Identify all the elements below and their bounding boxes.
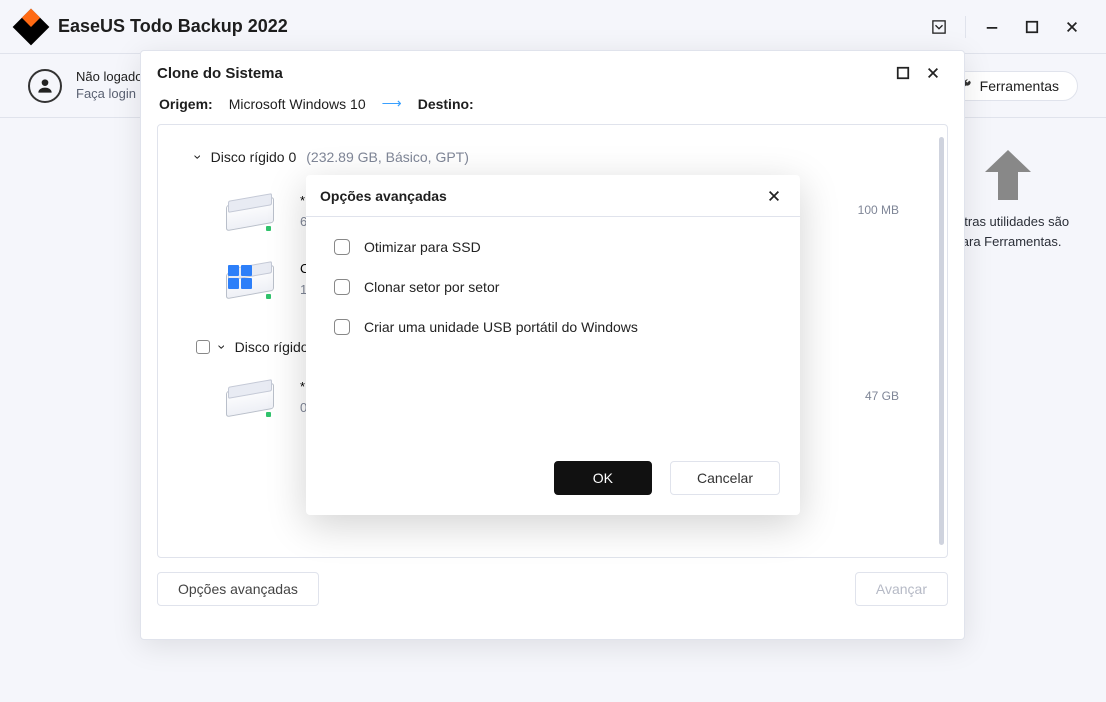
chevron-down-icon: › — [190, 155, 206, 160]
advanced-options-dialog: Opções avançadas Otimizar para SSD Clona… — [306, 175, 800, 515]
user-status: Não logado — [76, 69, 143, 86]
option-checkbox[interactable] — [334, 279, 350, 295]
clone-dialog-title: Clone do Sistema — [157, 65, 283, 82]
titlebar-dropdown-button[interactable] — [919, 7, 959, 47]
titlebar-separator — [965, 16, 966, 38]
clone-dialog-close-button[interactable] — [918, 58, 948, 88]
disk-name: Disco rígido 0 — [211, 149, 297, 165]
os-drive-icon — [222, 261, 278, 303]
option-label: Otimizar para SSD — [364, 239, 481, 255]
option-label: Criar uma unidade USB portátil do Window… — [364, 319, 638, 335]
maximize-button[interactable] — [1012, 7, 1052, 47]
up-arrow-icon — [985, 150, 1031, 200]
tools-label: Ferramentas — [980, 78, 1059, 94]
advanced-options-titlebar: Opções avançadas — [306, 175, 800, 217]
titlebar: EaseUS Todo Backup 2022 — [0, 0, 1106, 54]
clone-dialog-titlebar: Clone do Sistema — [141, 51, 964, 95]
option-label: Clonar setor por setor — [364, 279, 499, 295]
clone-dialog-maximize-button[interactable] — [888, 58, 918, 88]
user-info: Não logado Faça login — [76, 69, 143, 103]
avatar-icon[interactable] — [28, 69, 62, 103]
source-label: Origem: — [159, 96, 213, 112]
app-logo-icon — [13, 8, 50, 45]
source-value: Microsoft Windows 10 — [229, 96, 366, 112]
option-row[interactable]: Clonar setor por setor — [334, 279, 772, 295]
arrow-right-icon: ⟶ — [382, 95, 402, 112]
drive-icon — [222, 193, 278, 235]
cancel-button[interactable]: Cancelar — [670, 461, 780, 495]
ok-button[interactable]: OK — [554, 461, 652, 495]
option-row[interactable]: Criar uma unidade USB portátil do Window… — [334, 319, 772, 335]
option-checkbox[interactable] — [334, 239, 350, 255]
advanced-options-body: Otimizar para SSD Clonar setor por setor… — [306, 217, 800, 461]
clone-dialog-footer: Opções avançadas Avançar — [141, 558, 964, 606]
close-button[interactable] — [1052, 7, 1092, 47]
dest-label: Destino: — [418, 96, 474, 112]
minimize-button[interactable] — [972, 7, 1012, 47]
app-title: EaseUS Todo Backup 2022 — [58, 16, 288, 37]
disk-header[interactable]: › Disco rígido 0 (232.89 GB, Básico, GPT… — [196, 149, 899, 165]
clone-source-dest-row: Origem: Microsoft Windows 10 ⟶ Destino: — [141, 95, 964, 124]
login-link[interactable]: Faça login — [76, 86, 143, 103]
chevron-down-icon: › — [214, 345, 230, 350]
option-checkbox[interactable] — [334, 319, 350, 335]
advanced-options-title: Opções avançadas — [320, 188, 447, 204]
drive-icon — [222, 379, 278, 421]
advanced-options-close-button[interactable] — [762, 184, 786, 208]
scrollbar[interactable] — [939, 137, 944, 545]
disk-meta: (232.89 GB, Básico, GPT) — [306, 149, 469, 165]
advanced-options-button[interactable]: Opções avançadas — [157, 572, 319, 606]
advanced-options-footer: OK Cancelar — [306, 461, 800, 515]
next-button[interactable]: Avançar — [855, 572, 948, 606]
disk-select-checkbox[interactable] — [196, 340, 210, 354]
option-row[interactable]: Otimizar para SSD — [334, 239, 772, 255]
